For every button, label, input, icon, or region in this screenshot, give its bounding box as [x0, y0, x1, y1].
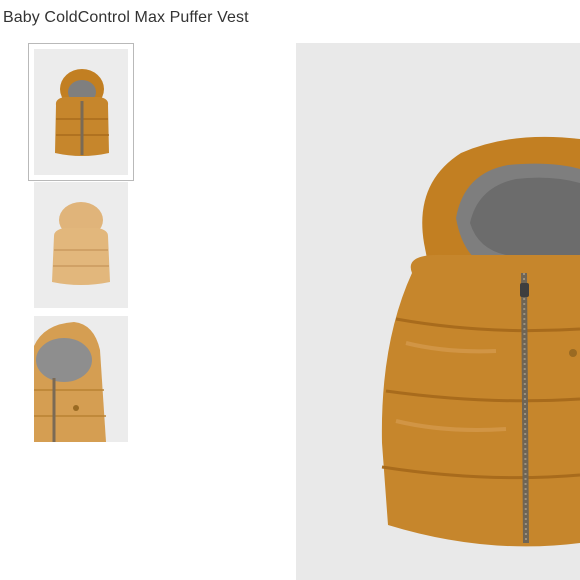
vest-main-image [296, 43, 580, 580]
thumbnail-front[interactable] [28, 43, 134, 181]
vest-back-image [34, 182, 128, 308]
product-title: Baby ColdControl Max Puffer Vest [3, 9, 249, 26]
main-product-image[interactable] [296, 43, 580, 580]
thumbnail-detail[interactable] [34, 316, 128, 442]
vest-detail-image [34, 316, 128, 442]
thumbnail-back[interactable] [34, 182, 128, 308]
vest-front-image [34, 49, 128, 175]
